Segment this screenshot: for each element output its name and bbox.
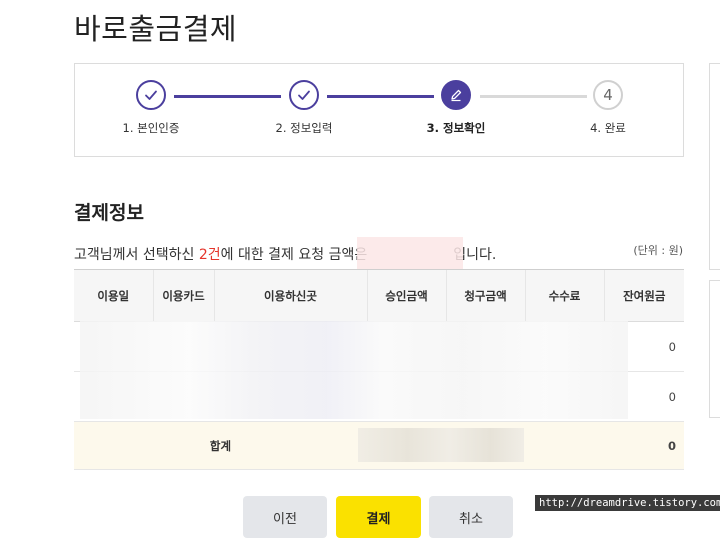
step-label: 2. 정보입력 — [275, 121, 333, 135]
table-header-row: 이용일 이용카드 이용하신곳 승인금액 청구금액 수수료 잔여원금 — [74, 269, 684, 322]
cancel-button[interactable]: 취소 — [429, 496, 513, 538]
redacted-total-amounts — [358, 428, 524, 462]
step-label: 1. 본인인증 — [122, 121, 180, 135]
column-header: 이용일 — [74, 269, 153, 322]
side-panel-edge — [709, 63, 720, 270]
unit-label: (단위 : 원) — [633, 244, 683, 257]
step-label: 3. 정보확인 — [426, 121, 486, 135]
column-header: 승인금액 — [366, 269, 446, 322]
redacted-transaction-details — [80, 321, 628, 419]
step-complete: 4 4. 완료 — [553, 80, 663, 136]
redacted-amount — [357, 237, 464, 271]
step-identity-verification: 1. 본인인증 — [96, 80, 206, 136]
column-header: 이용카드 — [152, 269, 214, 322]
step-label: 4. 완료 — [590, 121, 626, 135]
previous-button[interactable]: 이전 — [243, 496, 327, 538]
progress-stepper: 1. 본인인증 2. 정보입력 3. 정보확인 4 4. 완료 — [74, 63, 684, 157]
description-middle: 에 대한 결제 요청 금액은 — [220, 247, 368, 263]
payment-description: 고객님께서 선택하신 2건에 대한 결제 요청 금액은 입니다. — [74, 237, 496, 271]
total-remaining-principal: 0 — [604, 421, 684, 470]
pay-button[interactable]: 결제 — [336, 496, 421, 538]
check-icon — [136, 80, 166, 110]
blog-watermark: http://dreamdrive.tistory.com — [535, 495, 720, 511]
pencil-icon — [441, 80, 471, 110]
step-information-confirm: 3. 정보확인 — [401, 80, 511, 136]
column-header: 수수료 — [524, 269, 604, 322]
section-title: 결제정보 — [74, 202, 144, 224]
page-title: 바로출금결제 — [74, 12, 238, 46]
step-information-input: 2. 정보입력 — [249, 80, 359, 136]
column-header: 잔여원금 — [603, 269, 684, 322]
check-icon — [289, 80, 319, 110]
column-header: 이용하신곳 — [213, 269, 367, 322]
total-label: 합계 — [74, 421, 367, 470]
side-panel-edge — [709, 280, 720, 418]
description-prefix: 고객님께서 선택하신 — [74, 247, 199, 263]
step-number: 4 — [593, 80, 623, 110]
selected-count: 2건 — [198, 247, 221, 263]
column-header: 청구금액 — [445, 269, 525, 322]
